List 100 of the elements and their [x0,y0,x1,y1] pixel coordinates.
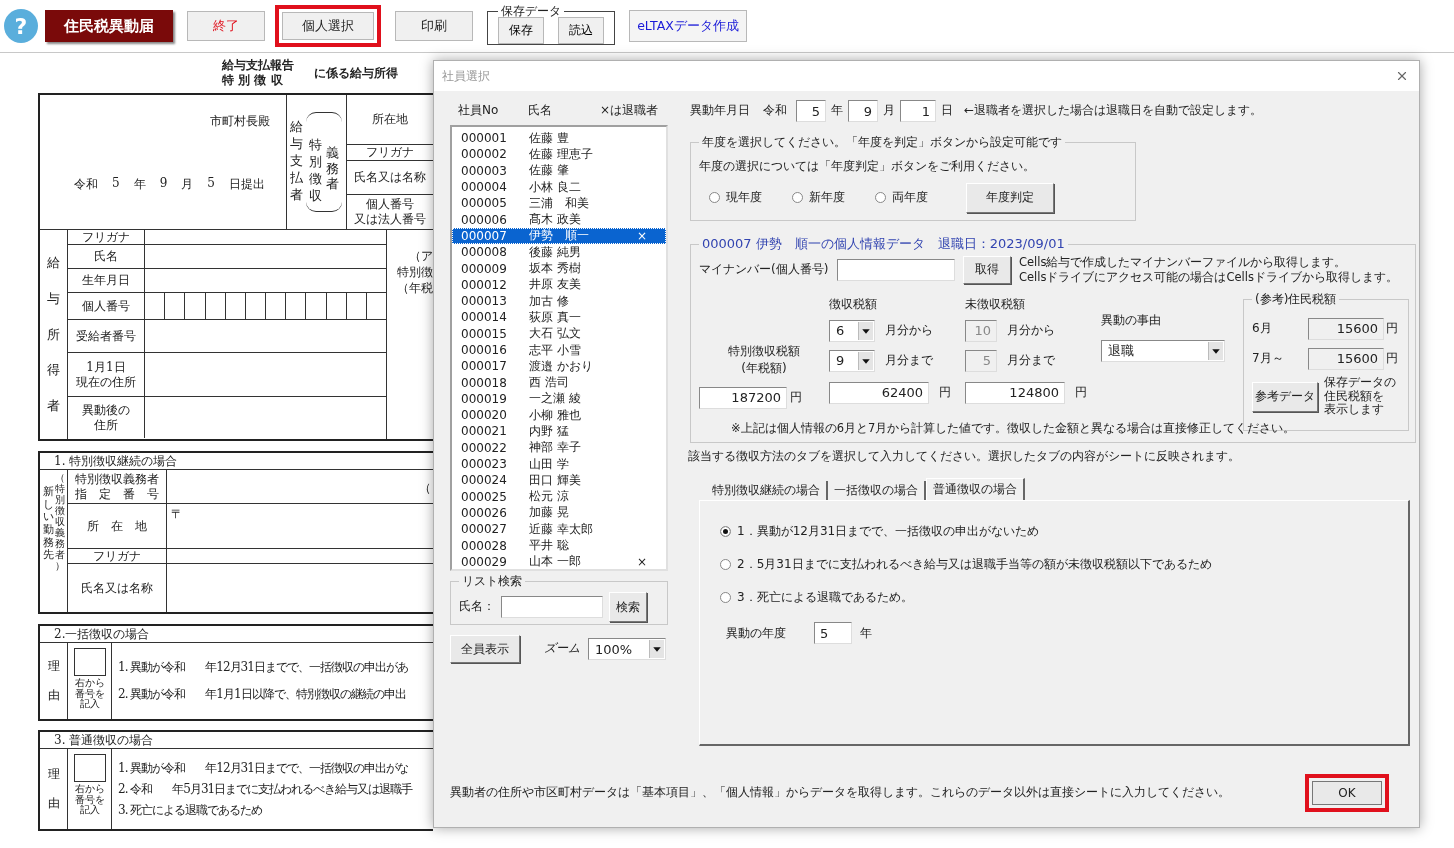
vertical-label: 新しい勤務先 [42,486,54,562]
ok-button[interactable]: OK [1305,774,1389,812]
field-label: 6月 [1252,321,1273,337]
radio-button[interactable] [720,526,731,538]
reference-tax-field: 15600 [1308,347,1384,370]
zoom-select[interactable]: 100% [588,638,666,660]
toolbar-button[interactable]: 個人選択 [275,5,381,47]
radio-button[interactable] [709,192,720,204]
column-header: ×は退職者 [600,101,659,119]
list-item[interactable]: 000017 渡邉 かおり [452,358,666,375]
month-field: 10 [965,319,997,342]
caret-icon [858,321,873,340]
form-label: （年税 [397,280,433,296]
list-item[interactable]: 000001 佐藤 豊 [452,130,666,147]
year-field[interactable]: 5 [796,100,826,122]
list-item[interactable]: 000029 山本 一郎 × [452,553,666,570]
unit-label: 円 [939,385,951,401]
list-item[interactable]: 000005 三浦 和美 [452,195,666,212]
month-select[interactable]: 9 [829,349,875,372]
list-item[interactable]: 000025 松元 涼 [452,488,666,505]
fetch-button[interactable]: 取得 [963,255,1011,284]
tab[interactable]: 普通徴収の場合 [926,478,1025,501]
reason-text: 年12月31日までで、一括徴収の申出があ [205,659,408,676]
list-item[interactable]: 000015 大石 弘文 [452,325,666,342]
reason-text: 年12月31日までで、一括徴収の申出がな [205,759,408,777]
section-title: 3. 普通徴収の場合 [40,732,433,749]
unit-label: 月分から [1007,323,1055,339]
list-item[interactable]: 000028 平井 聡 [452,537,666,554]
vertical-label: 理由 [47,658,60,704]
list-item[interactable]: 000006 髙木 政美 [452,211,666,228]
show-all-button[interactable]: 全員表示 [450,635,520,663]
month-field[interactable]: 9 [848,100,878,122]
toolbar-button[interactable]: 保存 [498,16,544,44]
list-item[interactable]: 000019 一之瀬 綾 [452,390,666,408]
toolbar-button[interactable]: 印刷 [395,11,473,41]
tax-amount-field[interactable]: 62400 [829,381,929,404]
radio-button[interactable] [720,559,731,571]
list-item[interactable]: 000013 加古 修 [452,292,666,310]
field-label: 異動の年度 [726,625,787,642]
column-label: 徴収税額 [829,296,878,313]
list-item[interactable]: 000023 山田 学 [452,455,666,473]
field-label: (年税額) [741,359,787,377]
toolbar-button[interactable]: 終了 [187,11,265,41]
judge-year-button[interactable]: 年度判定 [966,182,1054,213]
unit-label: 円 [790,390,802,406]
reason-select[interactable]: 退職 [1101,340,1225,363]
vertical-label: 給与所得者 [47,254,60,416]
column-header: 社員No [457,101,500,119]
search-button[interactable]: 検索 [609,592,647,622]
list-item[interactable]: 000012 井原 友美 [452,276,666,293]
list-item[interactable]: 000021 内野 猛 [452,423,666,440]
day-field[interactable]: 1 [900,100,936,122]
box-note: 右から [74,678,105,688]
my-number-field[interactable] [837,258,955,281]
change-year-field[interactable]: 5 [814,622,852,645]
box-note: 番号を [74,688,105,699]
eltax-button[interactable]: eLTAXデータ作成 [629,10,747,42]
list-item[interactable]: 000022 神部 幸子 [452,439,666,456]
close-icon[interactable] [1395,69,1409,83]
radio-button[interactable] [792,192,803,204]
hint-text: ※上記は個人情報の6月と7月から計算した値です。徴収した金額と異なる場合は直接修正してください。 [731,420,1297,436]
list-item[interactable]: 000024 田口 輝美 [452,472,666,489]
list-item[interactable]: 000027 近藤 幸太郎 [452,521,666,538]
hint-text: 該当する徴収方法のタブを選択して入力してください。選択したタブの内容がシートに反映されます。 [688,448,1241,465]
radio-button[interactable] [875,192,886,204]
form-label: フリガナ [93,548,141,564]
list-item[interactable]: 000018 西 浩司 [452,374,666,391]
column-header: 氏名 [528,101,553,119]
form-label: 所在地 [372,112,408,127]
list-item[interactable]: 000002 佐藤 理恵子 [452,146,666,163]
form-label: 特別徴収義務者 [75,472,159,487]
toolbar-button[interactable]: 読込 [558,16,604,44]
form-label: 特別徴 [397,264,433,280]
name-search-field[interactable] [501,596,603,618]
form-label: 氏名又は名称 [354,170,426,185]
list-item[interactable]: 000008 後藤 純男 [452,244,666,261]
reference-data-button[interactable]: 参考データ [1252,381,1318,412]
tax-amount-field[interactable]: 124800 [965,381,1065,404]
form-label: 個人番号 [366,197,414,212]
reason-text: 1. 異動が令和 [118,659,186,676]
caret-icon [858,351,873,370]
list-item[interactable]: 000009 坂本 秀樹 [452,260,666,277]
month-select[interactable]: 6 [829,319,875,342]
date-text: 9 [159,176,168,192]
radio-button[interactable] [720,592,731,604]
list-item[interactable]: 000007 伊勢 順一 × [452,227,666,245]
form-label: 指 定 番 号 [75,486,159,501]
list-item[interactable]: 000016 志平 小雪 [452,341,666,359]
list-item[interactable]: 000020 小柳 雅也 [452,407,666,424]
field-label: 7月～ [1252,351,1285,367]
form-label: フリガナ [82,229,130,245]
list-item[interactable]: 000014 荻原 真一 [452,309,666,326]
list-item[interactable]: 000004 小林 良二 [452,178,666,196]
group-label: リスト検索 [461,573,523,590]
list-item[interactable]: 000003 佐藤 肇 [452,162,666,179]
unit-label: 月 [883,103,895,119]
list-item[interactable]: 000026 加藤 晃 [452,504,666,522]
vertical-label: 給与支払者 [290,119,303,204]
form-label: 生年月日 [82,273,130,288]
annual-tax-field[interactable]: 187200 [699,386,787,409]
